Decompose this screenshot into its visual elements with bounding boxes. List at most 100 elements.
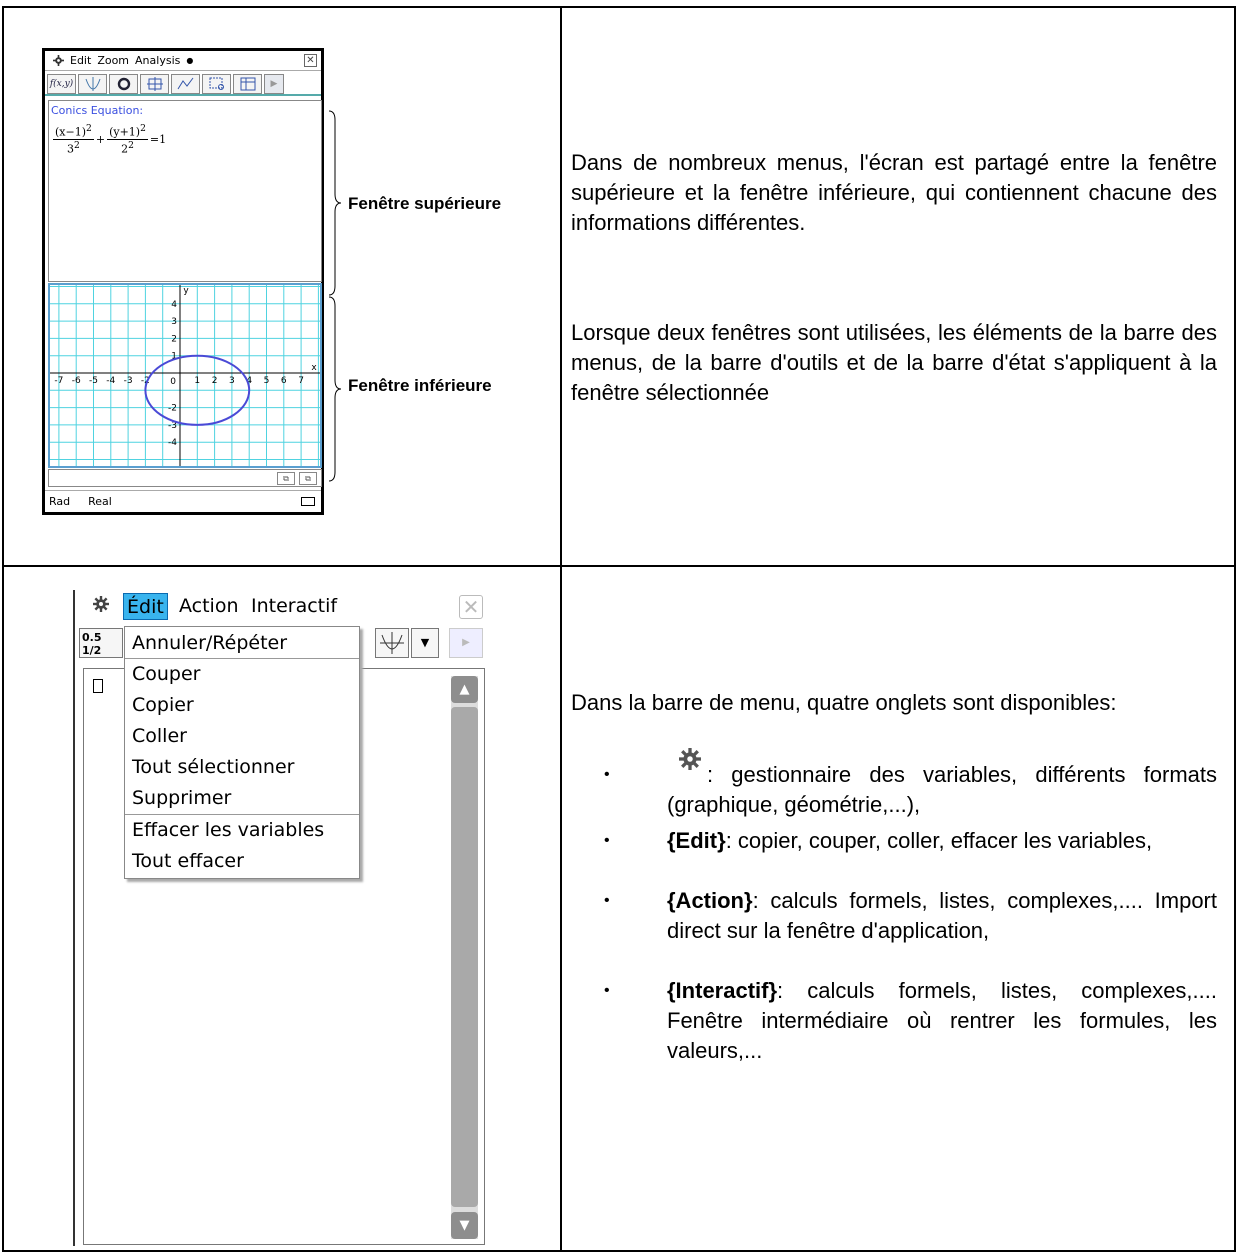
gear-icon[interactable] — [93, 596, 109, 612]
menu-item-annuler-repeter[interactable]: Annuler/Répéter — [132, 629, 287, 657]
column-divider — [560, 8, 562, 1250]
window-button[interactable] — [233, 74, 262, 94]
x-tick-label: 3 — [229, 376, 235, 386]
brace-upper — [328, 110, 342, 296]
cursor — [93, 679, 103, 693]
toolbar-dropdown-button[interactable]: ▼ — [411, 628, 439, 658]
bullet-dot: • — [604, 766, 610, 783]
exponent: 2 — [74, 139, 80, 151]
close-button[interactable]: ✕ — [304, 54, 317, 67]
menu-action[interactable]: Action — [179, 593, 239, 620]
menu-edit[interactable]: Édit — [123, 593, 168, 620]
toolbar-next-arrow[interactable]: ▶ — [449, 628, 483, 658]
battery-icon — [301, 497, 315, 506]
x-tick-label: -5 — [89, 376, 98, 386]
y-tick-label: -2 — [168, 404, 177, 414]
origin-label: 0 — [170, 377, 176, 387]
paragraph-split-screen: Dans de nombreux menus, l'écran est part… — [571, 150, 1217, 235]
numerator-y: (y+1) — [109, 125, 141, 139]
bullet-interactif-label: {Interactif} — [667, 978, 778, 1003]
graph-icon — [85, 77, 100, 91]
pan-button[interactable] — [140, 74, 169, 94]
fraction-y: (y+1)2 22 — [107, 123, 148, 155]
scroll-track[interactable] — [451, 707, 478, 1207]
bullet-edit-text: : copier, couper, coller, effacer les va… — [725, 828, 1153, 853]
x-tick-label: 6 — [281, 376, 287, 386]
menu-edit[interactable]: Edit — [70, 54, 91, 67]
paste-icon[interactable]: ⧉ — [299, 472, 317, 485]
menu-dot[interactable]: ● — [186, 56, 193, 65]
rotate-icon — [117, 77, 130, 91]
label-lower-window: Fenêtre inférieure — [348, 376, 492, 395]
toolbar-next-arrow[interactable]: ▶ — [264, 74, 284, 94]
x-tick-label: 2 — [212, 376, 218, 386]
bullet-action-label: {Action} — [667, 888, 753, 913]
scrollbar[interactable]: ▲ ▼ — [451, 676, 478, 1239]
scroll-up-button[interactable]: ▲ — [451, 676, 478, 703]
y-tick-label: 3 — [171, 317, 177, 327]
denominator-y: 2 — [121, 142, 129, 156]
menu-item-supprimer[interactable]: Supprimer — [132, 784, 231, 812]
menu-item-coller[interactable]: Coller — [132, 722, 187, 750]
exponent: 2 — [86, 123, 92, 134]
status-bar: Rad Real — [45, 490, 321, 512]
x-tick-label: 1 — [194, 376, 200, 386]
paragraph-menu-tabs: Dans la barre de menu, quatre onglets so… — [571, 690, 1117, 715]
fraction-x: (x−1)2 32 — [53, 123, 94, 155]
bullet-gear-text: : gestionnaire des variables, différents… — [667, 762, 1217, 817]
rotate-button[interactable] — [109, 74, 138, 94]
conics-title: Conics Equation: — [51, 104, 144, 117]
entry-line[interactable]: ⧉ ⧉ — [48, 469, 322, 487]
fraction-decimal-button[interactable]: 0.5 1/2 — [79, 628, 123, 658]
fxy-button[interactable]: f(x,y) — [47, 74, 76, 94]
edit-dropdown-menu: Annuler/Répéter Couper Copier Coller Tou… — [124, 626, 360, 879]
bullet-edit-label: {Edit} — [667, 828, 726, 853]
label-upper-window: Fenêtre supérieure — [348, 194, 502, 213]
y-axis-label: y — [183, 286, 189, 296]
bullet-dot: • — [604, 892, 610, 909]
status-angle: Rad — [49, 495, 71, 508]
menu-separator — [125, 814, 359, 815]
menu-bar: Édit Action Interactif ✕ — [75, 590, 489, 624]
calculator-screen-split: Edit Zoom Analysis ● ✕ f(x,y) ▶ Conics E… — [42, 48, 324, 515]
y-tick-label: 2 — [171, 334, 177, 344]
graph-button[interactable] — [78, 74, 107, 94]
conics-equation: (x−1)2 32 + (y+1)2 22 =1 — [51, 123, 319, 155]
close-button[interactable]: ✕ — [459, 595, 483, 619]
menu-item-copier[interactable]: Copier — [132, 691, 194, 719]
menu-item-effacer-variables[interactable]: Effacer les variables — [132, 816, 324, 844]
bullet-dot: • — [604, 982, 610, 999]
graph-plot[interactable]: -7 -6 -5 -4 -3 -2 1 2 3 4 5 6 74321-2-3-40xy — [50, 285, 320, 466]
x-tick-label: -4 — [106, 376, 115, 386]
window-icon — [240, 77, 255, 91]
y-tick-label: 4 — [171, 300, 177, 310]
trace-button[interactable] — [171, 74, 200, 94]
graph-button[interactable] — [375, 628, 409, 658]
x-axis-label: x — [311, 363, 317, 373]
menu-separator — [125, 658, 359, 659]
x-tick-label: 5 — [264, 376, 270, 386]
copy-icon[interactable]: ⧉ — [277, 472, 295, 485]
plus-sign: + — [95, 132, 106, 146]
row-divider — [4, 565, 1234, 567]
equals-one: =1 — [149, 132, 167, 146]
x-tick-label: 7 — [298, 376, 304, 386]
lower-window-graph[interactable]: -7 -6 -5 -4 -3 -2 1 2 3 4 5 6 7 4 3 2 1 -2 -3 -4 0 x y — [48, 283, 322, 468]
zoom-box-icon — [209, 77, 224, 90]
menu-zoom[interactable]: Zoom — [97, 54, 129, 67]
graph-icon — [380, 632, 404, 654]
menu-item-tout-effacer[interactable]: Tout effacer — [132, 847, 244, 875]
brace-lower — [328, 296, 342, 482]
gear-icon[interactable] — [53, 55, 64, 66]
zoom-box-button[interactable] — [202, 74, 231, 94]
x-tick-label: -7 — [54, 376, 63, 386]
upper-window[interactable]: Conics Equation: (x−1)2 32 + (y+1)2 22 =… — [48, 100, 322, 282]
menu-analysis[interactable]: Analysis — [135, 54, 180, 67]
menu-item-tout-selectionner[interactable]: Tout sélectionner — [132, 753, 294, 781]
pan-icon — [146, 77, 163, 91]
menu-item-couper[interactable]: Couper — [132, 660, 201, 688]
menu-interactif[interactable]: Interactif — [251, 593, 337, 620]
exponent: 2 — [128, 139, 134, 151]
scroll-down-button[interactable]: ▼ — [451, 1212, 478, 1239]
x-tick-label: -6 — [72, 376, 81, 386]
